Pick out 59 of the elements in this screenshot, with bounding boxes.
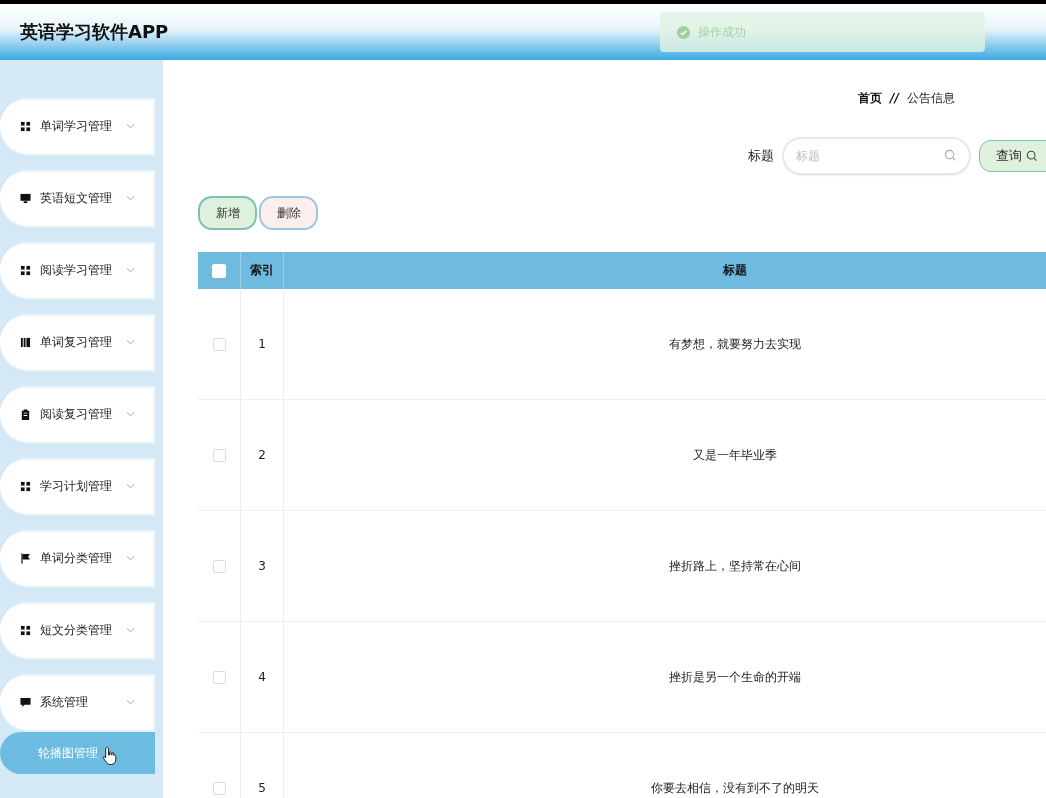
select-all-checkbox[interactable] (212, 263, 226, 278)
row-checkbox[interactable] (212, 670, 226, 684)
chevron-icon (126, 627, 135, 633)
flag-icon (20, 552, 31, 564)
table-cell: 4 (258, 670, 266, 684)
row-checkbox[interactable] (212, 781, 226, 795)
search-icon (944, 149, 957, 162)
table-cell: 1 (258, 337, 266, 351)
chat-icon (20, 696, 31, 708)
table-cell: 又是一年毕业季 (692, 446, 777, 464)
menu-item[interactable]: 学习计划管理 (0, 458, 155, 514)
delete-button[interactable]: 删除 (259, 196, 318, 230)
hand-cursor-icon (102, 746, 118, 766)
toast-message: 操作成功 (698, 23, 746, 41)
table-cell: 你要去相信，没有到不了的明天 (650, 779, 819, 797)
grid-icon (20, 264, 31, 276)
row-checkbox[interactable] (212, 448, 226, 462)
search-button[interactable]: 查询 (979, 140, 1046, 172)
search-icon (1026, 150, 1038, 162)
grid-icon (20, 624, 31, 636)
search-label: 标题 (748, 147, 774, 165)
column-header: 索引 (241, 252, 284, 289)
breadcrumb-link[interactable]: 首页 (858, 89, 882, 107)
chevron-icon (126, 267, 135, 273)
chevron-icon (126, 483, 135, 489)
table-cell: 5 (258, 781, 266, 795)
table-cell: 3 (258, 559, 266, 573)
menu-item[interactable]: 英语短文管理 (0, 170, 155, 226)
table-cell: 有梦想，就要努力去实现 (668, 335, 801, 353)
row-checkbox[interactable] (212, 559, 226, 573)
menu-item[interactable]: 系统管理 (0, 674, 155, 730)
column-header: 标题 (284, 252, 1046, 289)
menu-item[interactable]: 阅读复习管理 (0, 386, 155, 442)
table-cell: 2 (258, 448, 266, 462)
table-cell: 挫折是另一个生命的开端 (668, 668, 801, 686)
chevron-icon (126, 339, 135, 345)
chevron-icon (126, 555, 135, 561)
grid-icon (20, 480, 31, 492)
table-cell: 挫折路上，坚持常在心间 (668, 557, 801, 575)
breadcrumb-current: 公告信息 (906, 89, 955, 107)
monitor-icon (20, 192, 31, 204)
grid-icon (20, 120, 31, 132)
menu-item[interactable]: 单词分类管理 (0, 530, 155, 586)
clipboard-icon (20, 408, 31, 420)
chevron-icon (126, 123, 135, 129)
chevron-icon (126, 411, 135, 417)
chevron-icon (126, 195, 135, 201)
menu-item[interactable]: 单词复习管理 (0, 314, 155, 370)
search-field[interactable]: 标题 (784, 139, 969, 173)
row-checkbox[interactable] (212, 337, 226, 351)
menu-item[interactable]: 短文分类管理 (0, 602, 155, 658)
menu-item[interactable]: 单词学习管理 (0, 98, 155, 154)
menu-item[interactable]: 阅读学习管理 (0, 242, 155, 298)
add-button[interactable]: 新增 (198, 196, 257, 230)
app-title: 英语学习软件APP (20, 20, 169, 44)
success-icon (677, 25, 690, 39)
book-icon (20, 336, 31, 348)
breadcrumb-separator: // (890, 91, 899, 105)
chevron-icon (126, 699, 135, 705)
